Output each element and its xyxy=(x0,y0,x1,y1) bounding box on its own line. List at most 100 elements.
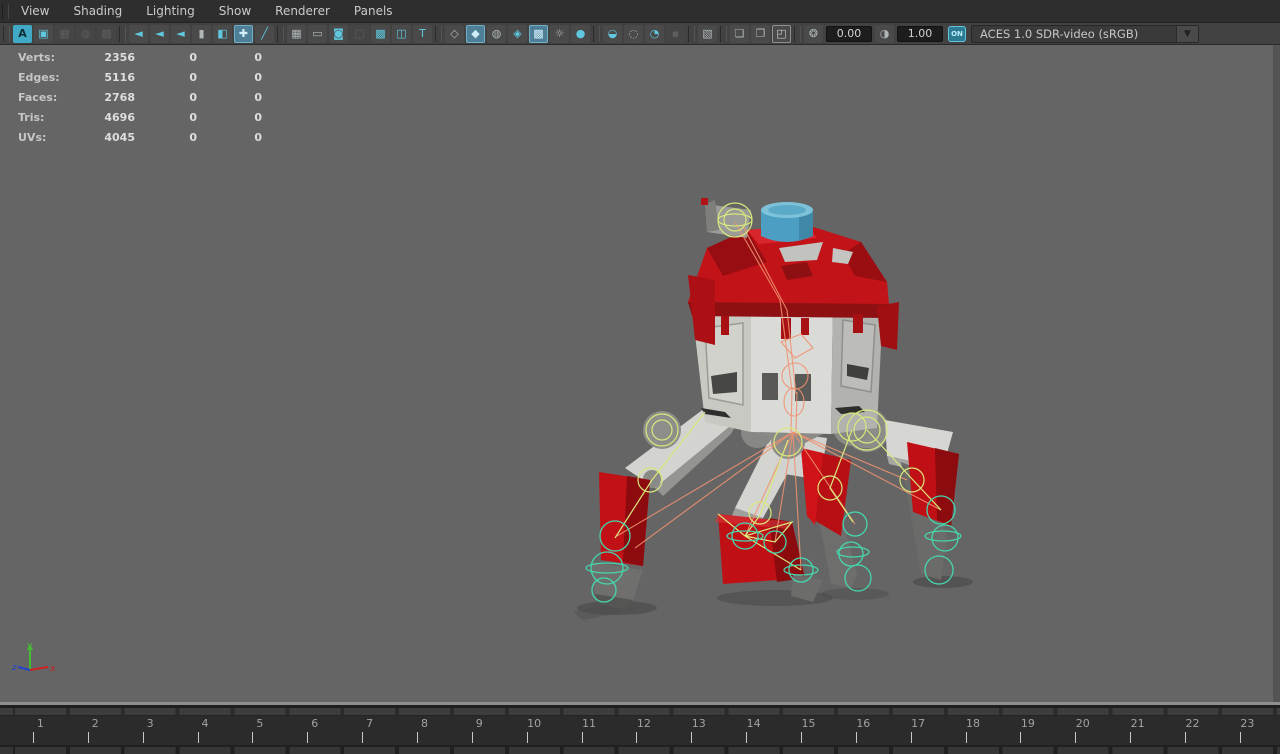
timeline-frame-7[interactable]: 7 xyxy=(342,716,397,745)
menu-show[interactable]: Show xyxy=(207,0,263,22)
gate-mask-button[interactable]: ▢ xyxy=(350,25,369,43)
timeline-frame-17[interactable]: 17 xyxy=(891,716,946,745)
toolbar-separator xyxy=(593,26,600,42)
maya-viewport-panel: ViewShadingLightingShowRendererPanels A▣… xyxy=(0,0,1280,754)
image-plane-button[interactable]: ◧ xyxy=(213,25,232,43)
frame-tick xyxy=(88,732,89,743)
timeline-frame-3[interactable]: 3 xyxy=(123,716,178,745)
film-gate-button[interactable]: ▭ xyxy=(308,25,327,43)
textured-display-button[interactable]: ◍ xyxy=(487,25,506,43)
menu-view[interactable]: View xyxy=(9,0,61,22)
timeline-frame-1[interactable]: 1 xyxy=(13,716,68,745)
isolate-select-button[interactable]: ▧ xyxy=(698,25,717,43)
anti-aliasing-button[interactable]: ◔ xyxy=(645,25,664,43)
timeline-frame-12[interactable]: 12 xyxy=(616,716,671,745)
grease-pencil-button[interactable]: ╱ xyxy=(255,25,274,43)
camera-button[interactable]: ◄ xyxy=(129,25,148,43)
panel-menubar: ViewShadingLightingShowRendererPanels xyxy=(0,0,1280,23)
shadows-button[interactable]: ● xyxy=(571,25,590,43)
timeline-frame-13[interactable]: 13 xyxy=(671,716,726,745)
timeline-frame-2[interactable]: 2 xyxy=(68,716,123,745)
use-default-material-button[interactable]: ◈ xyxy=(508,25,527,43)
frame-tick xyxy=(1020,732,1021,743)
field-chart-button[interactable]: ▩ xyxy=(371,25,390,43)
frame-number: 7 xyxy=(342,717,397,730)
frame-number: 9 xyxy=(452,717,507,730)
contrast-icon[interactable]: ◑ xyxy=(875,25,894,43)
hud-value: 2356 xyxy=(80,51,135,64)
lasso-select-button[interactable]: ▦ xyxy=(55,25,74,43)
timeline-frame-18[interactable]: 18 xyxy=(946,716,1001,745)
color-space-value: ACES 1.0 SDR-video (sRGB) xyxy=(972,27,1176,41)
viewport-canvas[interactable]: Verts:235600Edges:511600Faces:276800Tris… xyxy=(0,45,1280,705)
lock-camera-button[interactable]: ◄ xyxy=(150,25,169,43)
frame-number: 5 xyxy=(232,717,287,730)
bookmark-button[interactable]: ▮ xyxy=(192,25,211,43)
timeline-frame-21[interactable]: 21 xyxy=(1110,716,1165,745)
timeline-frame-9[interactable]: 9 xyxy=(452,716,507,745)
robot-model[interactable] xyxy=(555,180,985,620)
plane-slice-button[interactable]: ◰ xyxy=(772,25,791,43)
timeline-frame-19[interactable]: 19 xyxy=(1000,716,1055,745)
timeline-frame-6[interactable]: 6 xyxy=(287,716,342,745)
frame-tick xyxy=(252,732,253,743)
hud-value: 0 xyxy=(197,51,262,64)
safe-action-button[interactable]: ◫ xyxy=(392,25,411,43)
gamma-field[interactable]: 1.00 xyxy=(897,26,943,42)
lights-button[interactable]: ☼ xyxy=(550,25,569,43)
hud-value: 0 xyxy=(197,111,262,124)
frame-tick xyxy=(636,732,637,743)
occlusion-button[interactable]: ◒ xyxy=(603,25,622,43)
timeline-frame-10[interactable]: 10 xyxy=(507,716,562,745)
hud-label: Tris: xyxy=(18,111,80,124)
wireframe-display-button[interactable]: ◇ xyxy=(445,25,464,43)
xray-button[interactable]: ❏ xyxy=(730,25,749,43)
axis-x-label: x xyxy=(49,664,56,674)
select-camera-attributes-button[interactable]: A xyxy=(13,25,32,43)
color-space-dropdown[interactable]: ACES 1.0 SDR-video (sRGB)▼ xyxy=(971,25,1199,43)
chevron-down-icon[interactable]: ▼ xyxy=(1176,26,1198,42)
timeline-frame-8[interactable]: 8 xyxy=(397,716,452,745)
timeline-frame-15[interactable]: 15 xyxy=(781,716,836,745)
pan-zoom-tool-button[interactable]: ✚ xyxy=(234,25,253,43)
marquee-select-button[interactable]: ▩ xyxy=(97,25,116,43)
timeline-frame-14[interactable]: 14 xyxy=(726,716,781,745)
time-slider[interactable]: 1234567891011121314151617181920212223 xyxy=(0,708,1280,745)
menu-renderer[interactable]: Renderer xyxy=(263,0,342,22)
motion-blur-button[interactable]: ◌ xyxy=(624,25,643,43)
depth-of-field-button[interactable]: ▪ xyxy=(666,25,685,43)
frame-number: 19 xyxy=(1000,717,1055,730)
frame-number: 6 xyxy=(287,717,342,730)
shaded-display-button[interactable]: ◆ xyxy=(466,25,485,43)
frame-number: 22 xyxy=(1165,717,1220,730)
timeline-frame-16[interactable]: 16 xyxy=(836,716,891,745)
paint-select-button[interactable]: ◍ xyxy=(76,25,95,43)
exposure-icon[interactable]: ❂ xyxy=(804,25,823,43)
timeline-frame-4[interactable]: 4 xyxy=(178,716,233,745)
frame-number: 10 xyxy=(507,717,562,730)
range-slider[interactable] xyxy=(0,745,1280,754)
frame-tick xyxy=(801,732,802,743)
menu-lighting[interactable]: Lighting xyxy=(134,0,207,22)
timeline-frame-20[interactable]: 20 xyxy=(1055,716,1110,745)
grid-button[interactable]: ▦ xyxy=(287,25,306,43)
select-border-edge-button[interactable]: ▣ xyxy=(34,25,53,43)
timeline-frame-22[interactable]: 22 xyxy=(1165,716,1220,745)
frame-tick xyxy=(33,732,34,743)
safe-title-button[interactable]: T xyxy=(413,25,432,43)
frame-number: 17 xyxy=(891,717,946,730)
timeline-frame-11[interactable]: 11 xyxy=(562,716,617,745)
color-management-toggle[interactable]: ON xyxy=(948,26,966,42)
menu-shading[interactable]: Shading xyxy=(61,0,134,22)
camera-attributes-button[interactable]: ◄ xyxy=(171,25,190,43)
timeline-frame-23[interactable]: 23 xyxy=(1220,716,1275,745)
xray-joints-button[interactable]: ❐ xyxy=(751,25,770,43)
timeline-frame-5[interactable]: 5 xyxy=(232,716,287,745)
exposure-field[interactable]: 0.00 xyxy=(826,26,872,42)
frame-number: 20 xyxy=(1055,717,1110,730)
menubar-grip[interactable] xyxy=(2,4,9,19)
poly-count-hud: Verts:235600Edges:511600Faces:276800Tris… xyxy=(0,47,262,147)
menu-panels[interactable]: Panels xyxy=(342,0,405,22)
wireframe-on-shaded-button[interactable]: ▩ xyxy=(529,25,548,43)
resolution-gate-button[interactable]: ◙ xyxy=(329,25,348,43)
